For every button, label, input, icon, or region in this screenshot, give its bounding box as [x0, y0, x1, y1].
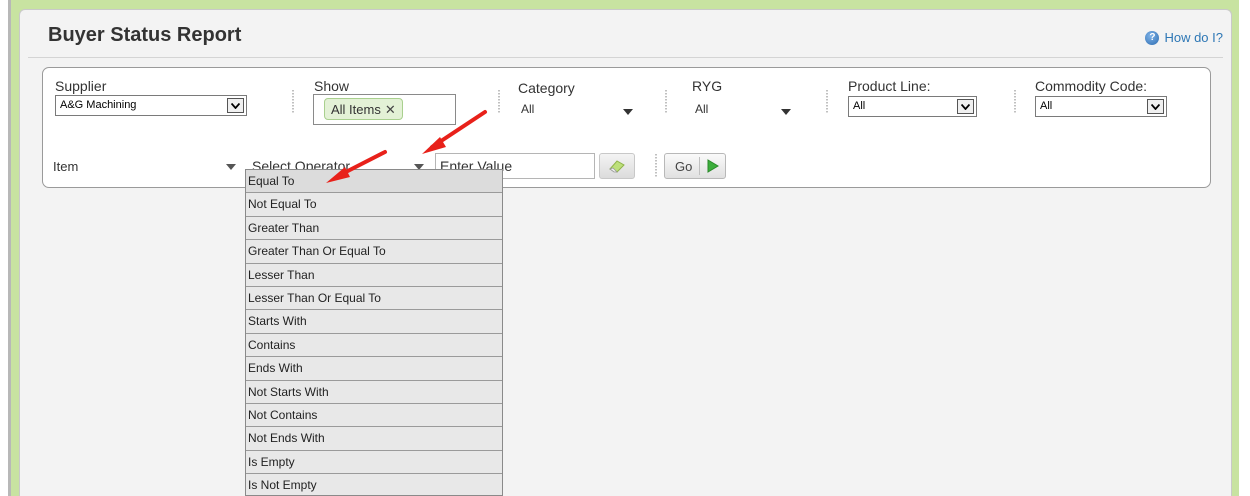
play-icon: [707, 159, 720, 173]
filter-panel: Supplier A&G Machining Show Category All…: [42, 67, 1211, 188]
ryg-value: All: [695, 102, 709, 116]
operator-option[interactable]: Ends With: [246, 357, 502, 381]
operator-option[interactable]: Lesser Than: [246, 264, 502, 287]
operator-option[interactable]: Contains: [246, 334, 502, 358]
supplier-value: A&G Machining: [60, 99, 137, 111]
field-value: Item: [53, 159, 79, 174]
chevron-down-icon: [227, 98, 244, 113]
operator-option[interactable]: Lesser Than Or Equal To: [246, 287, 502, 311]
chevron-down-icon: [623, 109, 633, 115]
supplier-select[interactable]: A&G Machining: [55, 95, 247, 116]
clear-button[interactable]: [599, 153, 635, 179]
go-button[interactable]: Go: [664, 153, 726, 179]
filter-separator: [655, 154, 657, 178]
chevron-down-icon: [957, 99, 974, 114]
selected-chip: All Items ✕: [324, 98, 403, 120]
title-divider: [28, 57, 1223, 58]
operator-option[interactable]: Greater Than Or Equal To: [246, 240, 502, 264]
supplier-label: Supplier: [55, 78, 107, 94]
product-line-value: All: [853, 100, 866, 112]
category-label: Category: [518, 80, 575, 96]
show-multiselect[interactable]: All Items ✕: [313, 94, 456, 125]
product-line-select[interactable]: All: [848, 96, 977, 117]
commodity-code-select[interactable]: All: [1035, 96, 1167, 117]
operator-option[interactable]: Not Equal To: [246, 193, 502, 217]
page-title: Buyer Status Report: [48, 24, 242, 46]
filter-separator: [665, 90, 667, 114]
ryg-select[interactable]: All: [692, 98, 794, 120]
right-background: [1239, 0, 1250, 496]
go-label: Go: [675, 158, 693, 174]
operator-option[interactable]: Is Not Empty: [246, 474, 502, 495]
report-panel: Buyer Status Report ? How do I? Supplier…: [19, 9, 1232, 496]
operator-option[interactable]: Is Empty: [246, 451, 502, 475]
ryg-label: RYG: [692, 78, 723, 94]
filter-separator: [826, 90, 828, 114]
category-select[interactable]: All: [518, 98, 636, 120]
go-divider: [699, 157, 701, 175]
commodity-code-value: All: [1040, 100, 1053, 112]
field-select[interactable]: Item: [50, 155, 240, 177]
filter-separator: [292, 90, 294, 114]
operator-option[interactable]: Starts With: [246, 310, 502, 334]
help-link-label: How do I?: [1164, 30, 1223, 45]
filter-separator: [1014, 90, 1016, 114]
chevron-down-icon: [226, 164, 236, 170]
chevron-down-icon: [1147, 99, 1164, 114]
operator-option[interactable]: Equal To: [246, 170, 502, 194]
help-link[interactable]: ? How do I?: [1145, 30, 1223, 45]
filter-separator: [498, 90, 500, 114]
operator-option[interactable]: Not Starts With: [246, 381, 502, 404]
operator-option[interactable]: Not Ends With: [246, 427, 502, 451]
operator-option[interactable]: Not Contains: [246, 404, 502, 428]
chevron-down-icon: [781, 109, 791, 115]
close-icon[interactable]: ✕: [385, 102, 396, 119]
commodity-code-label: Commodity Code:: [1035, 78, 1148, 94]
product-line-label: Product Line:: [848, 78, 931, 94]
chip-label: All Items: [331, 102, 381, 117]
show-label: Show: [314, 78, 350, 94]
operator-option[interactable]: Greater Than: [246, 217, 502, 241]
eraser-icon: [609, 160, 625, 173]
help-icon: ?: [1145, 30, 1160, 45]
operator-dropdown: Equal To Not Equal To Greater Than Great…: [245, 169, 503, 496]
category-value: All: [521, 102, 535, 116]
